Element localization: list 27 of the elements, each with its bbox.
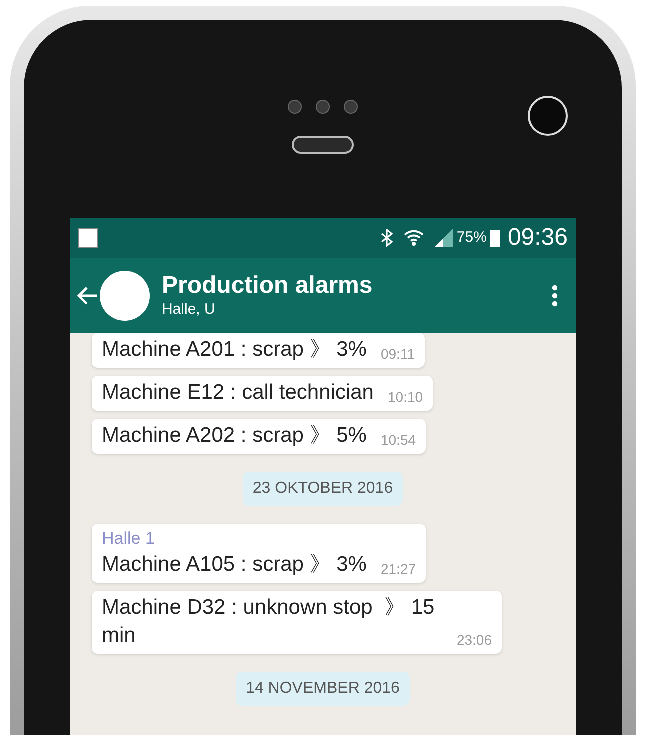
date-chip: 23 OKTOBER 2016 (242, 472, 404, 506)
battery-icon (490, 230, 500, 246)
back-button[interactable] (76, 286, 98, 306)
message-text: Machine A202 : scrap 》 5% (102, 423, 367, 449)
message-time: 10:10 (388, 388, 424, 407)
message-time: 09:11 (380, 345, 415, 364)
bluetooth-icon (380, 229, 393, 247)
earpiece-speaker (292, 136, 354, 154)
message-text: Machine D32 : unknown stop 》 15 min (102, 595, 436, 649)
message-time: 21:27 (380, 560, 416, 579)
message-text: Machine A105 : scrap 》 3% (102, 552, 367, 578)
battery-percent: 75% (456, 228, 487, 248)
camera-icon (528, 96, 568, 136)
date-chip: 14 NOVEMBER 2016 (236, 672, 410, 706)
message-text: Machine E12 : call technician (102, 380, 374, 406)
more-icon (552, 284, 558, 306)
back-arrow-icon (76, 286, 98, 306)
wifi-icon (402, 229, 425, 247)
sender-name: Halle 1 (102, 528, 156, 550)
chat-subtitle: Halle, U (162, 300, 216, 320)
group-avatar (100, 270, 150, 320)
message-time: 23:06 (456, 631, 492, 650)
message-text: Machine A201 : scrap 》 3% (102, 337, 367, 363)
message-time: 10:54 (380, 431, 416, 450)
chat-title: Production alarms (162, 272, 374, 300)
clock-time: 09:36 (508, 223, 568, 253)
signal-icon (432, 229, 453, 247)
